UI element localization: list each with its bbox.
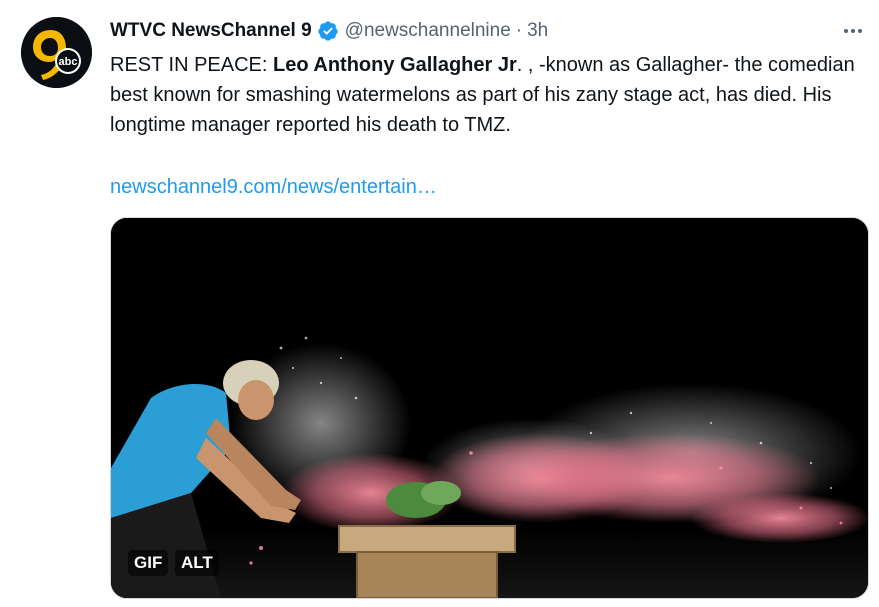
tweet-header: WTVC NewsChannel 9 @newschannelnine · 3h [110, 18, 548, 44]
wtvc-9-abc-logo-icon: abc [21, 17, 92, 88]
tweet-text: REST IN PEACE: Leo Anthony Gallagher Jr.… [110, 50, 860, 140]
article-link[interactable]: newschannel9.com/news/entertain… [110, 172, 437, 202]
svg-text:abc: abc [59, 56, 78, 68]
separator-dot: · [515, 20, 523, 41]
avatar[interactable]: abc [21, 17, 92, 88]
tweet-text-prefix: REST IN PEACE: [110, 54, 274, 76]
timestamp[interactable]: 3h [527, 20, 548, 42]
tweet-text-name: Leo Anthony Gallagher Jr [273, 54, 517, 76]
verified-badge-icon [318, 21, 338, 41]
gif-badge: GIF [128, 550, 169, 576]
author-name[interactable]: WTVC NewsChannel 9 [110, 20, 312, 42]
watermelon-smash-image [111, 218, 868, 598]
tweet-media-gif[interactable]: GIF ALT [110, 217, 869, 599]
alt-text-button[interactable]: ALT [175, 550, 219, 576]
author-handle[interactable]: @newschannelnine [345, 20, 511, 42]
more-options-icon[interactable] [838, 20, 868, 42]
